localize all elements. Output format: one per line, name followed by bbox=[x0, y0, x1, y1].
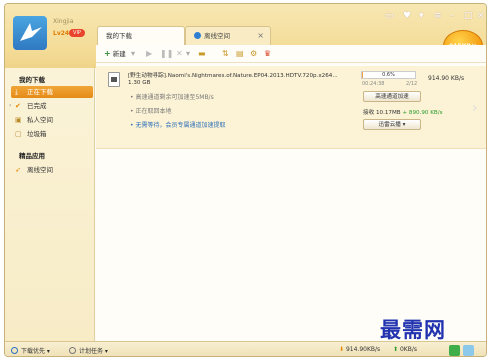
upload-speed-value: 0KB/s bbox=[399, 346, 417, 353]
close-window-icon[interactable]: × bbox=[477, 11, 485, 21]
pause-icon[interactable]: ❚❚ bbox=[160, 48, 173, 60]
cloud-play-button[interactable]: 迅雷云播 ▾ bbox=[363, 119, 421, 130]
watermark: 最需网 bbox=[380, 317, 446, 342]
sidebar-item-downloading[interactable]: ⤓ 正在下载 bbox=[11, 86, 93, 98]
download-speed-value: 914.90KB/s bbox=[345, 346, 381, 353]
task-parts: 2/12 bbox=[406, 81, 418, 87]
globe-icon bbox=[194, 32, 201, 39]
check-icon: ✔ bbox=[15, 102, 21, 110]
maximize-icon[interactable]: □ bbox=[464, 11, 473, 21]
download-list: + 新建 ▾ ▶ ❚❚ ✕ ▾ ▬ ⇅ ▤ ⚙ ♛ [野生动物寻踪].Naomi'… bbox=[96, 45, 486, 341]
vip-icon[interactable]: ♛ bbox=[264, 48, 271, 60]
video-file-icon bbox=[108, 72, 120, 87]
high-speed-note: • 高速通道剩余可加速至5MB/s bbox=[130, 94, 214, 101]
chevron-right-icon[interactable]: › bbox=[9, 100, 11, 112]
speed-mode-icon[interactable] bbox=[449, 345, 460, 356]
task-progress-bar: 0.6% bbox=[361, 71, 416, 79]
vip-badge[interactable]: VIP bbox=[69, 29, 85, 37]
tab-label: 我的下载 bbox=[106, 32, 132, 40]
arrow-up-icon: ⬆ bbox=[393, 346, 399, 353]
lock-icon: ▣ bbox=[15, 116, 22, 124]
download-priority-menu[interactable]: 下载优先 ▾ bbox=[11, 346, 50, 355]
chevron-right-icon[interactable]: › bbox=[472, 100, 478, 116]
receive-info: 接收 10.17MB + 890.90 KB/s bbox=[363, 108, 443, 116]
chevron-down-icon[interactable]: ▾ bbox=[131, 48, 135, 60]
time-remaining: 00:24:38 bbox=[362, 81, 385, 87]
start-icon[interactable]: ▶ bbox=[146, 48, 152, 60]
sidebar-item-label: 私人空间 bbox=[27, 116, 53, 124]
download-icon: ⤓ bbox=[15, 88, 19, 96]
high-speed-button[interactable]: 高速通道加速 bbox=[363, 91, 421, 102]
bird-icon: ➶ bbox=[15, 166, 21, 174]
received-amount: 接收 10.17MB bbox=[363, 110, 401, 116]
upload-speed: ⬆ 0KB/s bbox=[393, 346, 417, 353]
delete-icon[interactable]: ✕ bbox=[176, 48, 183, 60]
sidebar-item-label: 正在下载 bbox=[27, 88, 53, 96]
tab-my-downloads[interactable]: 我的下载 bbox=[97, 26, 185, 45]
vip-promo-link[interactable]: • 无需等待，会员专属通道加速提取 bbox=[130, 120, 225, 129]
task-file-name: [野生动物寻踪].Naomi's.Nightmares.of.Nature.EP… bbox=[128, 73, 338, 79]
sidebar-item-label: 离线空间 bbox=[27, 166, 53, 174]
sidebar-section-apps: 精品应用 bbox=[19, 152, 45, 160]
download-speed: ⬇ 914.90KB/s bbox=[339, 346, 380, 353]
arrow-down-icon: ⬇ bbox=[339, 346, 345, 353]
bird-logo-icon bbox=[20, 23, 42, 41]
tab-offline-space[interactable]: 离线空间 × bbox=[185, 26, 271, 45]
sort-icon[interactable]: ⇅ bbox=[222, 48, 229, 60]
sidebar-item-label: 垃圾箱 bbox=[27, 130, 47, 138]
scheduled-task-menu[interactable]: 计划任务 ▾ bbox=[69, 346, 108, 355]
task-file-size: 1.30 GB bbox=[128, 80, 151, 86]
plan-label: 计划任务 bbox=[79, 348, 104, 355]
details-icon[interactable]: ▤ bbox=[236, 48, 244, 60]
chevron-down-icon[interactable]: ▾ bbox=[186, 48, 190, 60]
minimize-icon[interactable]: – bbox=[450, 11, 455, 21]
trash-icon: ▢ bbox=[15, 130, 22, 138]
folder-icon[interactable]: ▬ bbox=[198, 48, 206, 60]
clock-icon bbox=[69, 347, 76, 354]
close-icon[interactable]: × bbox=[257, 27, 264, 45]
sidebar-item-offline-space[interactable]: ➶ 离线空间 bbox=[11, 164, 93, 176]
chevron-down-icon[interactable]: ▾ bbox=[419, 11, 424, 21]
tab-label: 离线空间 bbox=[204, 32, 230, 40]
float-window-icon[interactable] bbox=[463, 345, 474, 356]
heart-icon[interactable]: ♥ bbox=[403, 11, 411, 21]
new-task-button[interactable]: + 新建 bbox=[104, 48, 126, 60]
task-row[interactable]: [野生动物寻踪].Naomi's.Nightmares.of.Nature.EP… bbox=[96, 66, 486, 149]
priority-icon bbox=[11, 347, 18, 354]
sidebar-item-private[interactable]: ▣ 私人空间 bbox=[11, 114, 93, 126]
cloud-play-label: 迅雷云播 bbox=[378, 122, 401, 128]
user-level: Lv24 bbox=[53, 30, 70, 37]
sidebar-item-completed[interactable]: › ✔ 已完成 bbox=[9, 100, 93, 112]
settings-gear-icon[interactable]: ⚙ bbox=[250, 48, 257, 60]
thunder-window: Xingjia Lv24 VIP 我的下载 离线空间 × ▭ ♥ ▾ ≡ – □… bbox=[4, 3, 487, 357]
sidebar: 我的下载 ⤓ 正在下载 › ✔ 已完成 ▣ 私人空间 ▢ 垃圾箱 精品应用 ➶ … bbox=[5, 68, 95, 341]
sidebar-item-trash[interactable]: ▢ 垃圾箱 bbox=[11, 128, 93, 140]
user-name[interactable]: Xingjia bbox=[53, 18, 73, 25]
priority-label: 下载优先 bbox=[21, 348, 46, 355]
progress-text: 0.6% bbox=[382, 72, 395, 78]
fetch-status: • 正在取回本地 bbox=[130, 108, 172, 115]
menu-icon[interactable]: ≡ bbox=[434, 11, 442, 21]
thunder-logo[interactable] bbox=[13, 16, 47, 50]
sidebar-section-downloads: 我的下载 bbox=[19, 76, 45, 84]
receive-speed: + 890.90 KB/s bbox=[402, 110, 443, 116]
sidebar-item-label: 已完成 bbox=[27, 102, 47, 110]
skin-icon[interactable]: ▭ bbox=[385, 11, 394, 21]
task-speed: 914.90 KB/s bbox=[428, 75, 465, 82]
toolbar: + 新建 ▾ ▶ ❚❚ ✕ ▾ ▬ ⇅ ▤ ⚙ ♛ bbox=[96, 45, 486, 63]
